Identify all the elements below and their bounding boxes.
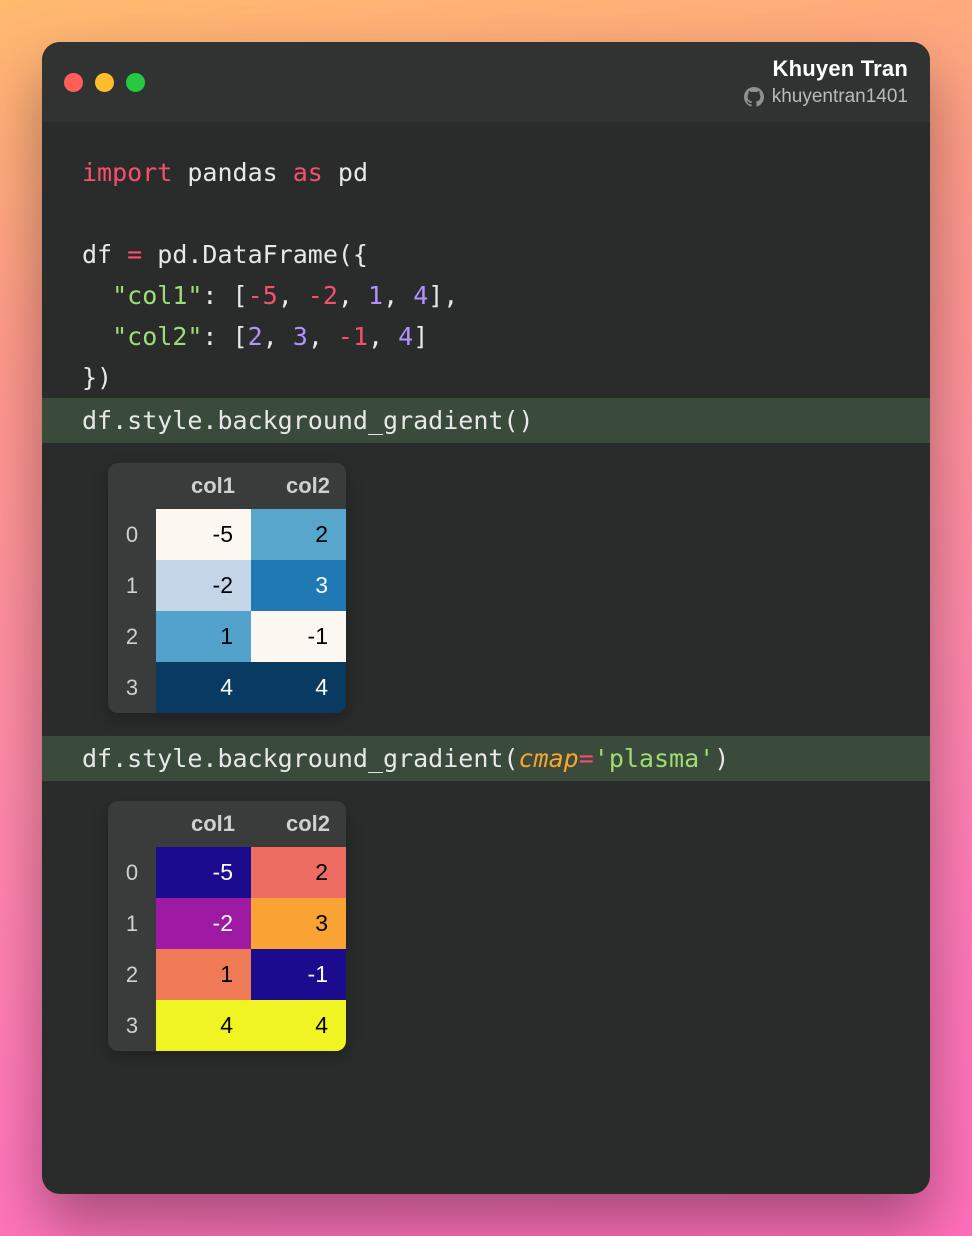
- table-cell: 4: [251, 662, 346, 713]
- content-area: import pandas as pd df = pd.DataFrame({ …: [42, 122, 930, 1098]
- maximize-icon[interactable]: [126, 73, 145, 92]
- table-header: col1: [156, 801, 251, 847]
- table-cell: -2: [156, 560, 251, 611]
- credits: Khuyen Tran khuyentran1401: [744, 56, 908, 108]
- table-cell: -5: [156, 847, 251, 898]
- close-icon[interactable]: [64, 73, 83, 92]
- row-index: 3: [108, 662, 156, 713]
- table-header: col2: [251, 463, 346, 509]
- table-header: col2: [251, 801, 346, 847]
- table-row: 21-1: [108, 949, 346, 1000]
- table-cell: -5: [156, 509, 251, 560]
- minimize-icon[interactable]: [95, 73, 114, 92]
- table-corner: [108, 463, 156, 509]
- titlebar: Khuyen Tran khuyentran1401: [42, 42, 930, 122]
- table-row: 344: [108, 662, 346, 713]
- row-index: 0: [108, 509, 156, 560]
- row-index: 1: [108, 898, 156, 949]
- author-handle: khuyentran1401: [772, 86, 908, 108]
- window-controls: [64, 73, 145, 92]
- table-cell: 2: [251, 847, 346, 898]
- table-row: 344: [108, 1000, 346, 1051]
- table-cell: 2: [251, 509, 346, 560]
- code-block: import pandas as pd df = pd.DataFrame({ …: [82, 152, 930, 443]
- table-cell: 4: [156, 662, 251, 713]
- table-cell: 4: [251, 1000, 346, 1051]
- table-row: 0-52: [108, 509, 346, 560]
- output-table-1: col1col20-521-2321-1344: [108, 463, 346, 713]
- highlighted-line-1: df.style.background_gradient(): [42, 398, 930, 443]
- github-icon: [744, 87, 764, 107]
- table-cell: 1: [156, 611, 251, 662]
- table-cell: -1: [251, 949, 346, 1000]
- table-cell: -2: [156, 898, 251, 949]
- row-index: 2: [108, 949, 156, 1000]
- table-cell: 3: [251, 560, 346, 611]
- row-index: 2: [108, 611, 156, 662]
- table-corner: [108, 801, 156, 847]
- table-cell: 3: [251, 898, 346, 949]
- table-row: 21-1: [108, 611, 346, 662]
- table-row: 1-23: [108, 898, 346, 949]
- code-window: Khuyen Tran khuyentran1401 import pandas…: [42, 42, 930, 1194]
- highlighted-line-2: df.style.background_gradient(cmap='plasm…: [42, 736, 930, 781]
- author-name: Khuyen Tran: [744, 56, 908, 82]
- table-cell: 4: [156, 1000, 251, 1051]
- row-index: 1: [108, 560, 156, 611]
- row-index: 3: [108, 1000, 156, 1051]
- row-index: 0: [108, 847, 156, 898]
- table-header: col1: [156, 463, 251, 509]
- code-block-2: df.style.background_gradient(cmap='plasm…: [82, 736, 930, 781]
- table-row: 0-52: [108, 847, 346, 898]
- table-cell: -1: [251, 611, 346, 662]
- table-row: 1-23: [108, 560, 346, 611]
- table-cell: 1: [156, 949, 251, 1000]
- output-table-2: col1col20-521-2321-1344: [108, 801, 346, 1051]
